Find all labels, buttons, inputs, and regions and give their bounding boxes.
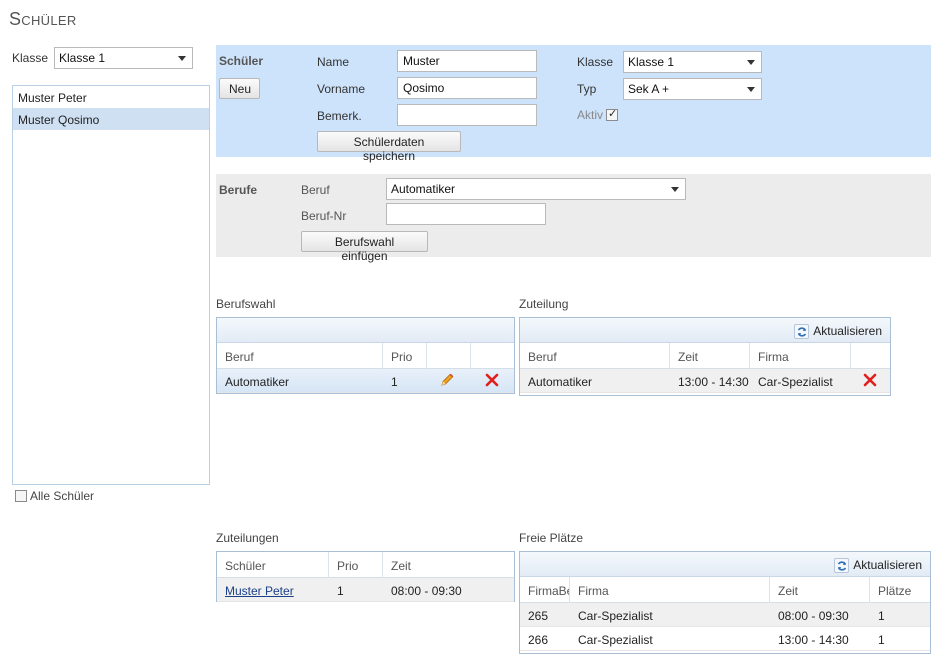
refresh-icon: [834, 557, 850, 573]
zuteilungen-title: Zuteilungen: [216, 531, 279, 545]
cell-schueler-link[interactable]: Muster Peter: [217, 578, 329, 602]
cell-prio: 1: [391, 375, 398, 389]
typ-select[interactable]: Sek A +: [623, 78, 762, 100]
cell-firma: Car-Spezialist: [758, 375, 833, 389]
table-row[interactable]: Muster Peter 1 08:00 - 09:30: [217, 578, 514, 602]
column-header-prio[interactable]: Prio: [383, 343, 427, 369]
refresh-label: Aktualisieren: [853, 558, 922, 572]
klasse-label: Klasse: [577, 55, 614, 69]
berufswahl-title: Berufswahl: [216, 297, 276, 311]
zuteilung-grid: Aktualisieren Beruf Zeit Firma Automatik…: [519, 317, 891, 396]
column-header-zeit[interactable]: Zeit: [383, 552, 514, 578]
berufnr-field[interactable]: [386, 203, 546, 225]
vorname-field[interactable]: Qosimo: [397, 77, 537, 99]
cell-plaetze: 1: [878, 633, 885, 647]
delete-icon[interactable]: [484, 372, 504, 396]
refresh-label: Aktualisieren: [813, 324, 882, 338]
page-title: Schüler: [9, 9, 77, 29]
aktiv-label: Aktiv: [577, 108, 604, 122]
klasse-select[interactable]: Klasse 1: [623, 51, 762, 73]
column-header-schueler[interactable]: Schüler: [217, 552, 329, 578]
new-button[interactable]: Neu: [219, 78, 260, 99]
cell-zeit: 08:00 - 09:30: [778, 609, 849, 623]
list-item[interactable]: Muster Peter: [13, 86, 209, 108]
grid-header: Schüler Prio Zeit: [217, 552, 514, 578]
bemerk-label: Bemerk.: [317, 109, 362, 123]
cell-beruf: Automatiker: [225, 375, 290, 389]
beruf-label: Beruf: [301, 183, 330, 197]
cell-id: 265: [528, 609, 549, 623]
grid-header: Beruf Prio: [217, 343, 514, 369]
table-row[interactable]: 266 Car-Spezialist 13:00 - 14:30 1: [520, 627, 930, 651]
beruf-select-value: Automatiker: [391, 182, 456, 196]
grid-header: Beruf Zeit Firma: [520, 343, 890, 369]
chevron-down-icon: [747, 87, 755, 92]
cell-firma: Car-Spezialist: [578, 609, 653, 623]
list-item[interactable]: Muster Qosimo: [13, 108, 209, 130]
name-label: Name: [317, 55, 350, 69]
klasse-filter-label: Klasse: [12, 51, 49, 65]
cell-zeit: 13:00 - 14:30: [678, 375, 749, 389]
alle-schueler-checkbox[interactable]: [15, 490, 27, 502]
column-header-edit: [427, 343, 471, 369]
zuteilung-title: Zuteilung: [519, 297, 569, 311]
name-field[interactable]: Muster: [397, 50, 537, 72]
berufe-section-label: Berufe: [219, 183, 258, 197]
aktiv-checkbox[interactable]: [606, 107, 619, 121]
column-header-beruf[interactable]: Beruf: [520, 343, 670, 369]
schueler-section-label: Schüler: [219, 54, 264, 68]
alle-schueler-toggle[interactable]: Alle Schüler: [15, 489, 94, 503]
vorname-label: Vorname: [317, 82, 366, 96]
grid-toolbar: Aktualisieren: [520, 552, 930, 577]
student-list[interactable]: Muster Peter Muster Qosimo: [12, 85, 210, 485]
cell-zeit: 08:00 - 09:30: [391, 584, 462, 598]
cell-firma: Car-Spezialist: [578, 633, 653, 647]
column-header-firma[interactable]: Firma: [570, 577, 770, 603]
cell-prio: 1: [337, 584, 344, 598]
zuteilung-refresh-button[interactable]: Aktualisieren: [794, 322, 882, 340]
column-header-zeit[interactable]: Zeit: [770, 577, 870, 603]
table-row[interactable]: Automatiker 1: [217, 369, 514, 393]
chevron-down-icon: [178, 56, 186, 61]
alle-schueler-label: Alle Schüler: [30, 489, 95, 503]
zuteilungen-grid: Schüler Prio Zeit Muster Peter 1 08:00 -…: [216, 551, 515, 602]
klasse-select-value: Klasse 1: [628, 55, 675, 69]
typ-select-value: Sek A +: [628, 82, 670, 96]
cell-beruf: Automatiker: [528, 375, 593, 389]
column-header-firma[interactable]: Firma: [750, 343, 851, 369]
grid-toolbar: [217, 318, 514, 343]
chevron-down-icon: [671, 187, 679, 192]
column-header-delete: [851, 343, 890, 369]
column-header-beruf[interactable]: Beruf: [217, 343, 383, 369]
column-header-firmabe[interactable]: FirmaBe: [520, 577, 570, 603]
column-header-zeit[interactable]: Zeit: [670, 343, 750, 369]
berufswahl-grid: Beruf Prio Automatiker 1: [216, 317, 515, 394]
freie-plaetze-grid: Aktualisieren FirmaBe Firma Zeit Plätze …: [519, 551, 931, 654]
aktiv-toggle[interactable]: Aktiv: [577, 107, 619, 122]
column-header-prio[interactable]: Prio: [329, 552, 383, 578]
column-header-plaetze[interactable]: Plätze: [870, 577, 930, 603]
freie-plaetze-title: Freie Plätze: [519, 531, 584, 545]
cell-id: 266: [528, 633, 549, 647]
freie-plaetze-refresh-button[interactable]: Aktualisieren: [834, 556, 922, 574]
chevron-down-icon: [747, 60, 755, 65]
grid-header: FirmaBe Firma Zeit Plätze: [520, 577, 930, 603]
klasse-filter-value: Klasse 1: [59, 51, 106, 65]
table-row[interactable]: 265 Car-Spezialist 08:00 - 09:30 1: [520, 603, 930, 627]
grid-toolbar: Aktualisieren: [520, 318, 890, 343]
save-schueler-button[interactable]: Schülerdaten speichern: [317, 131, 461, 163]
table-row[interactable]: Automatiker 13:00 - 14:30 Car-Spezialist: [520, 369, 890, 393]
refresh-icon: [794, 323, 810, 339]
typ-label: Typ: [577, 82, 597, 96]
cell-zeit: 13:00 - 14:30: [778, 633, 849, 647]
insert-berufswahl-button[interactable]: Berufswahl einfügen: [301, 231, 428, 263]
cell-plaetze: 1: [878, 609, 885, 623]
delete-icon[interactable]: [862, 372, 882, 396]
berufnr-label: Beruf-Nr: [301, 209, 347, 223]
klasse-filter-select[interactable]: Klasse 1: [54, 47, 193, 69]
bemerk-field[interactable]: [397, 104, 537, 126]
column-header-delete: [471, 343, 514, 369]
pencil-icon[interactable]: [439, 372, 459, 396]
beruf-select[interactable]: Automatiker: [386, 178, 686, 200]
